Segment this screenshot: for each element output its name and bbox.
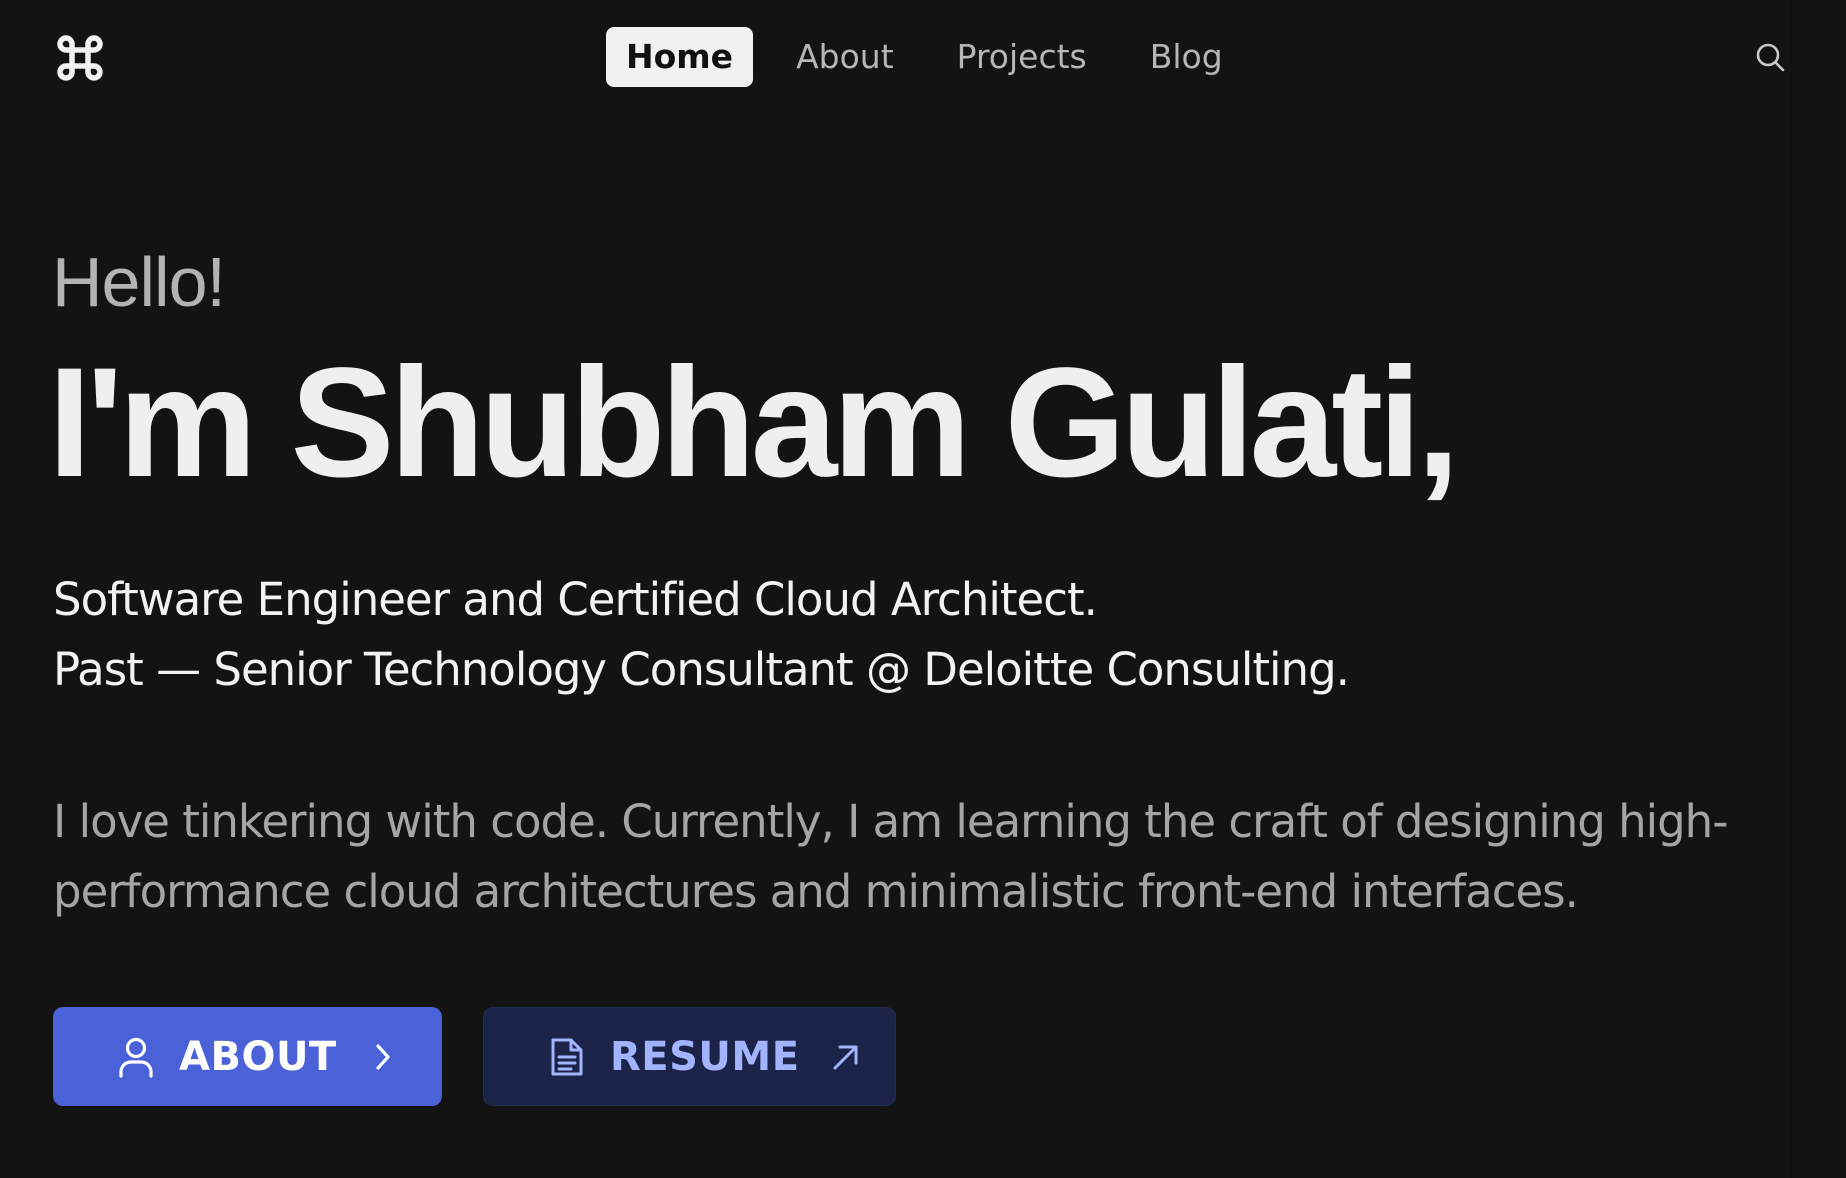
chevron-right-icon xyxy=(365,1039,401,1075)
role-description: Software Engineer and Certified Cloud Ar… xyxy=(53,565,1350,705)
search-button[interactable] xyxy=(1752,39,1788,75)
nav-item-blog[interactable]: Blog xyxy=(1130,27,1243,87)
role-line-current: Software Engineer and Certified Cloud Ar… xyxy=(53,573,1098,626)
about-button[interactable]: ABOUT xyxy=(53,1007,442,1106)
search-icon xyxy=(1756,43,1785,72)
greeting: Hello! xyxy=(52,243,226,321)
main-nav: Home About Projects Blog xyxy=(606,27,1266,87)
user-icon xyxy=(115,1036,157,1078)
logo-link[interactable] xyxy=(55,33,105,83)
about-button-label: ABOUT xyxy=(179,1033,337,1080)
page: Home About Projects Blog Hello! I'm Shub… xyxy=(0,0,1846,1178)
document-icon xyxy=(546,1036,588,1078)
role-line-past: Past — Senior Technology Consultant @ De… xyxy=(53,643,1350,696)
page-title: I'm Shubham Gulati, xyxy=(48,336,1460,510)
resume-button-label: RESUME xyxy=(610,1033,800,1080)
arrow-up-right-icon xyxy=(828,1039,864,1075)
nav-item-about[interactable]: About xyxy=(776,27,914,87)
command-key-icon xyxy=(57,35,103,81)
bio-text: I love tinkering with code. Currently, I… xyxy=(53,795,1728,918)
resume-button[interactable]: RESUME xyxy=(483,1007,896,1106)
nav-item-projects[interactable]: Projects xyxy=(937,27,1107,87)
nav-item-home[interactable]: Home xyxy=(606,27,754,87)
